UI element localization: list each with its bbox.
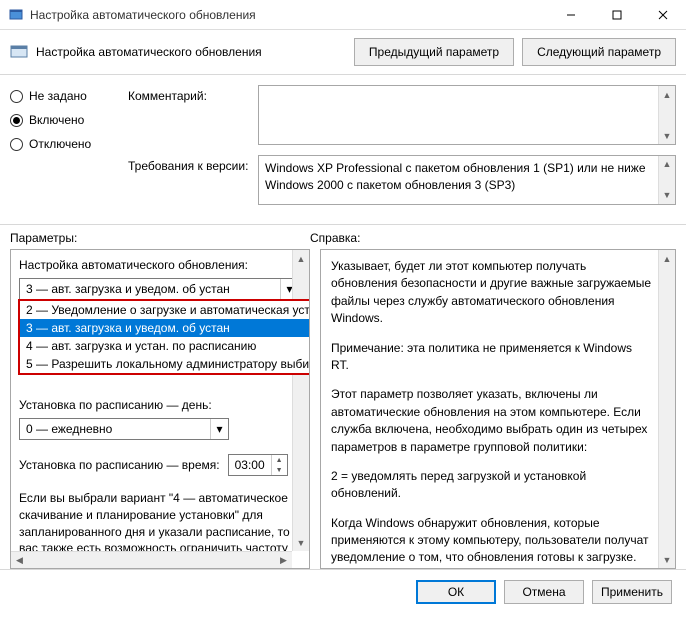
scroll-up-icon[interactable]: ▲ — [659, 156, 675, 173]
radio-not-configured[interactable]: Не задано — [10, 89, 110, 103]
help-paragraph: Когда Windows обнаружит обновления, кото… — [331, 515, 653, 569]
dropdown-item[interactable]: 5 — Разрешить локальному администратору … — [20, 355, 309, 373]
schedule-day-label: Установка по расписанию — день: — [19, 398, 305, 412]
panels: Настройка автоматического обновления: 3 … — [0, 249, 686, 569]
help-paragraph: Этот параметр позволяет указать, включен… — [331, 386, 653, 456]
policy-icon — [10, 43, 28, 61]
comment-label: Комментарий: — [128, 85, 258, 145]
spin-up-icon[interactable]: ▲ — [272, 455, 287, 465]
state-column: Не задано Включено Отключено — [10, 85, 110, 224]
schedule-time-input[interactable]: 03:00 ▲ ▼ — [228, 454, 288, 476]
schedule-time-label: Установка по расписанию — время: — [19, 458, 220, 472]
combo-value: 3 — авт. загрузка и уведом. об устан — [26, 282, 230, 296]
apply-button[interactable]: Применить — [592, 580, 672, 604]
help-section-label: Справка: — [310, 231, 676, 245]
help-paragraph: Примечание: эта политика не применяется … — [331, 340, 653, 375]
scroll-up-icon[interactable]: ▲ — [659, 250, 675, 267]
scroll-right-icon[interactable]: ▶ — [275, 552, 292, 569]
spin-down-icon[interactable]: ▼ — [272, 465, 287, 475]
options-section-label: Параметры: — [10, 231, 310, 245]
radio-label: Отключено — [29, 137, 91, 151]
scrollbar-vertical[interactable]: ▲ ▼ — [292, 250, 309, 551]
scrollbar-vertical[interactable]: ▲ ▼ — [658, 86, 675, 144]
fields-column: Комментарий: ▲ ▼ Требования к версии: Wi… — [128, 85, 676, 224]
update-mode-combo[interactable]: 3 — авт. загрузка и уведом. об устан ▾ — [19, 278, 299, 300]
radio-icon — [10, 114, 23, 127]
window-title: Настройка автоматического обновления — [30, 8, 548, 22]
scroll-down-icon[interactable]: ▼ — [659, 187, 675, 204]
schedule-day-combo[interactable]: 0 — ежедневно ▾ — [19, 418, 229, 440]
close-button[interactable] — [640, 0, 686, 30]
cancel-button[interactable]: Отмена — [504, 580, 584, 604]
radio-label: Включено — [29, 113, 84, 127]
options-label: Настройка автоматического обновления: — [19, 258, 305, 272]
requirements-line: Windows XP Professional с пакетом обновл… — [265, 160, 655, 177]
dropdown-item[interactable]: 3 — авт. загрузка и уведом. об устан — [20, 319, 309, 337]
scroll-left-icon[interactable]: ◀ — [11, 552, 28, 569]
maximize-button[interactable] — [594, 0, 640, 30]
scroll-up-icon[interactable]: ▲ — [659, 86, 675, 103]
scroll-down-icon[interactable]: ▼ — [293, 534, 309, 551]
settings-body: Не задано Включено Отключено Комментарий… — [0, 75, 686, 225]
options-panel: Настройка автоматического обновления: 3 … — [10, 249, 310, 569]
requirements-label: Требования к версии: — [128, 155, 258, 205]
section-labels: Параметры: Справка: — [0, 225, 686, 249]
time-spinner[interactable]: ▲ ▼ — [271, 455, 287, 475]
dropdown-item[interactable]: 4 — авт. загрузка и устан. по расписанию — [20, 337, 309, 355]
radio-icon — [10, 138, 23, 151]
requirements-box: Windows XP Professional с пакетом обновл… — [258, 155, 676, 205]
requirements-line: Windows 2000 с пакетом обновления 3 (SP3… — [265, 177, 655, 194]
radio-disabled[interactable]: Отключено — [10, 137, 110, 151]
radio-label: Не задано — [29, 89, 87, 103]
scroll-up-icon[interactable]: ▲ — [293, 250, 309, 267]
chevron-down-icon: ▾ — [210, 419, 228, 439]
scroll-down-icon[interactable]: ▼ — [659, 127, 675, 144]
titlebar: Настройка автоматического обновления — [0, 0, 686, 30]
help-panel: Указывает, будет ли этот компьютер получ… — [320, 249, 676, 569]
header: Настройка автоматического обновления Пре… — [0, 30, 686, 75]
dropdown-item[interactable]: 2 — Уведомление о загрузке и автоматичес… — [20, 301, 309, 319]
help-paragraph: 2 = уведомлять перед загрузкой и установ… — [331, 468, 653, 503]
help-paragraph: Указывает, будет ли этот компьютер получ… — [331, 258, 653, 328]
combo-value: 0 — ежедневно — [26, 422, 112, 436]
dialog-footer: ОК Отмена Применить — [0, 569, 686, 614]
ok-button[interactable]: ОК — [416, 580, 496, 604]
minimize-button[interactable] — [548, 0, 594, 30]
header-title: Настройка автоматического обновления — [36, 45, 346, 59]
scrollbar-vertical[interactable]: ▲ ▼ — [658, 250, 675, 568]
app-icon — [8, 7, 24, 23]
next-setting-button[interactable]: Следующий параметр — [522, 38, 676, 66]
radio-icon — [10, 90, 23, 103]
comment-textarea[interactable]: ▲ ▼ — [258, 85, 676, 145]
previous-setting-button[interactable]: Предыдущий параметр — [354, 38, 514, 66]
time-value: 03:00 — [235, 458, 265, 472]
update-mode-dropdown: 2 — Уведомление о загрузке и автоматичес… — [18, 299, 309, 375]
scrollbar-horizontal[interactable]: ◀ ▶ — [11, 551, 292, 568]
scroll-down-icon[interactable]: ▼ — [659, 551, 675, 568]
scrollbar-vertical[interactable]: ▲ ▼ — [658, 156, 675, 204]
radio-enabled[interactable]: Включено — [10, 113, 110, 127]
